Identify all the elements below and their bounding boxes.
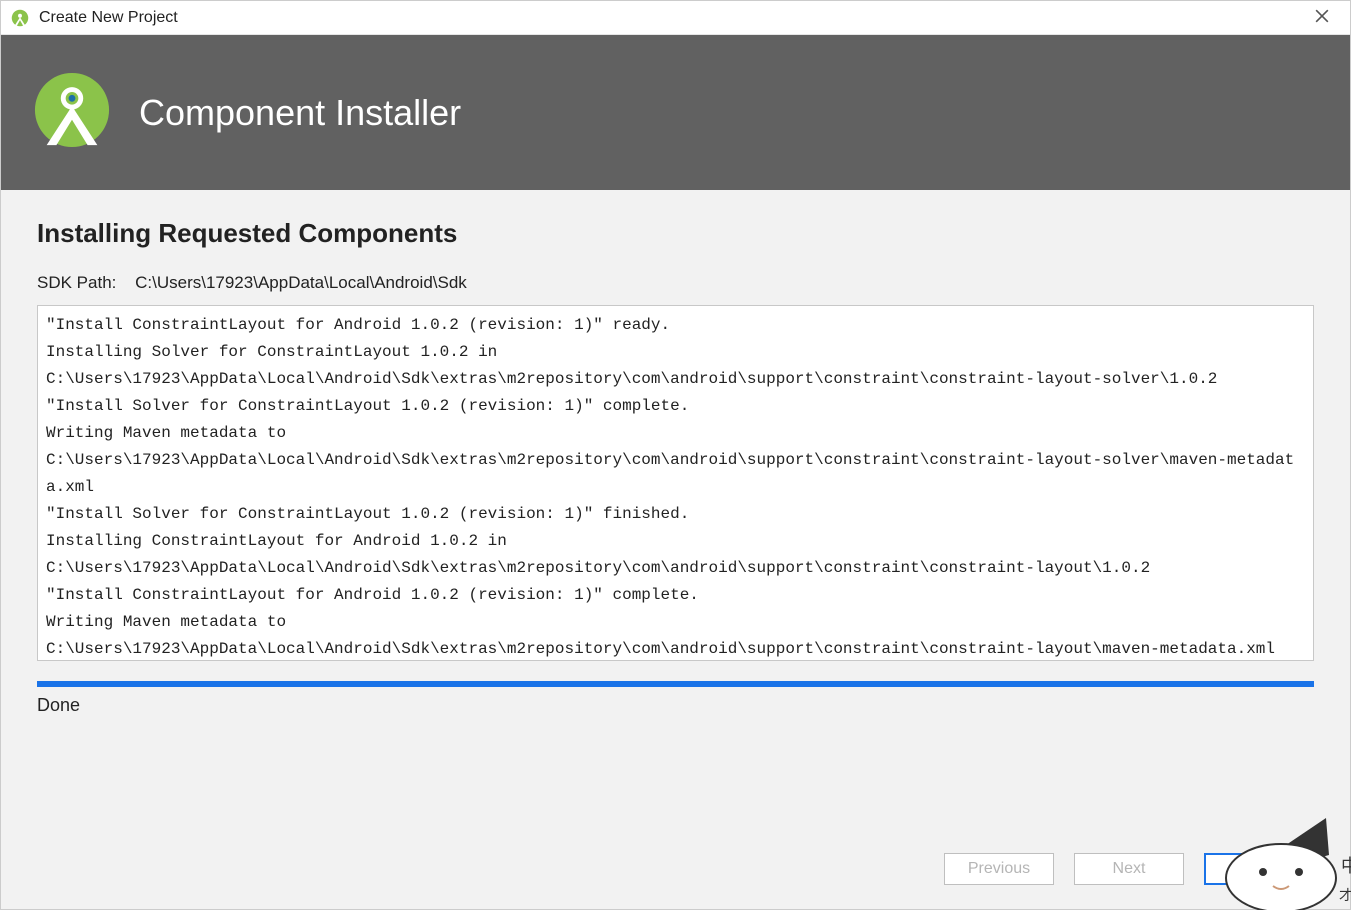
close-icon[interactable]	[1304, 7, 1340, 28]
previous-button: Previous	[944, 853, 1054, 885]
content-area: Installing Requested Components SDK Path…	[1, 190, 1350, 833]
next-button: Next	[1074, 853, 1184, 885]
titlebar: Create New Project	[1, 1, 1350, 35]
sdk-path-value: C:\Users\17923\AppData\Local\Android\Sdk	[135, 273, 467, 292]
window-title: Create New Project	[39, 9, 1304, 27]
android-studio-icon	[11, 9, 29, 27]
status-text: Done	[37, 695, 1314, 716]
sdk-path-label: SDK Path:	[37, 273, 116, 292]
section-heading: Installing Requested Components	[37, 218, 1314, 249]
cancel-button[interactable]: Cancel	[1204, 853, 1314, 885]
install-log[interactable]: "Install ConstraintLayout for Android 1.…	[37, 305, 1314, 661]
page-title: Component Installer	[139, 92, 461, 134]
sdk-path-row: SDK Path: C:\Users\17923\AppData\Local\A…	[37, 273, 1314, 293]
button-row: Previous Next Cancel	[1, 833, 1350, 909]
header-banner: Component Installer	[1, 35, 1350, 190]
android-studio-logo-icon	[33, 71, 111, 154]
dialog-window: Create New Project Component Installer I…	[0, 0, 1351, 910]
progress-bar	[37, 681, 1314, 687]
